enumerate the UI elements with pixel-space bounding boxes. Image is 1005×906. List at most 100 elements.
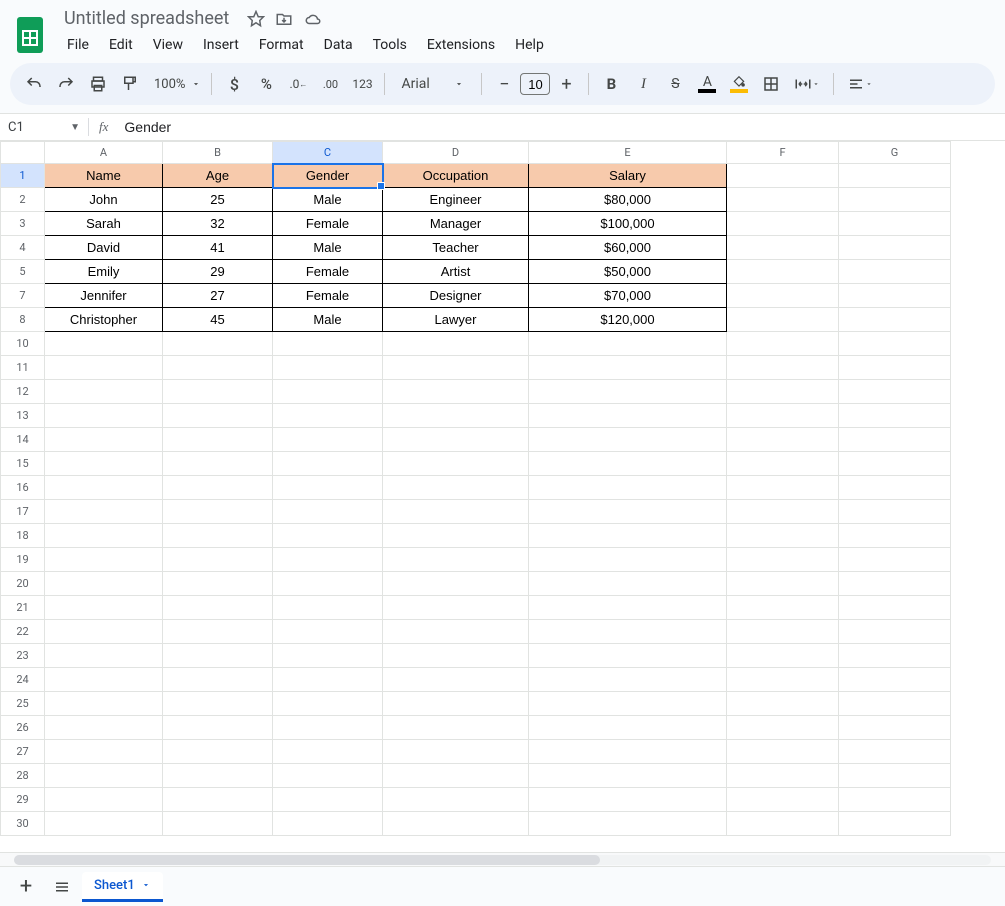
- cell[interactable]: [727, 284, 839, 308]
- cell[interactable]: [45, 692, 163, 716]
- cell[interactable]: [839, 284, 951, 308]
- cell[interactable]: [45, 788, 163, 812]
- cell[interactable]: [839, 164, 951, 188]
- cell[interactable]: [839, 404, 951, 428]
- cell[interactable]: [383, 788, 529, 812]
- sheets-logo-icon[interactable]: [10, 15, 50, 55]
- cell[interactable]: Engineer: [383, 188, 529, 212]
- cell[interactable]: [529, 548, 727, 572]
- cell[interactable]: [45, 476, 163, 500]
- cell[interactable]: [529, 572, 727, 596]
- cell[interactable]: Name: [45, 164, 163, 188]
- cell[interactable]: [163, 812, 273, 836]
- row-header[interactable]: 21: [1, 596, 45, 620]
- cell[interactable]: [273, 788, 383, 812]
- cell[interactable]: David: [45, 236, 163, 260]
- cell[interactable]: [273, 476, 383, 500]
- undo-icon[interactable]: [20, 70, 48, 98]
- merge-icon[interactable]: [789, 70, 825, 98]
- cell[interactable]: [45, 716, 163, 740]
- cell[interactable]: [383, 596, 529, 620]
- cell[interactable]: [45, 764, 163, 788]
- cell[interactable]: [839, 740, 951, 764]
- cell[interactable]: [839, 356, 951, 380]
- row-header[interactable]: 20: [1, 572, 45, 596]
- cell[interactable]: [529, 356, 727, 380]
- cell[interactable]: Artist: [383, 260, 529, 284]
- cell[interactable]: [839, 476, 951, 500]
- row-header[interactable]: 1: [1, 164, 45, 188]
- cell[interactable]: [727, 428, 839, 452]
- cell[interactable]: [45, 812, 163, 836]
- cell[interactable]: $100,000: [529, 212, 727, 236]
- cell[interactable]: [839, 428, 951, 452]
- text-color-icon[interactable]: A: [693, 70, 721, 98]
- cell[interactable]: [163, 716, 273, 740]
- cell[interactable]: [383, 668, 529, 692]
- cell[interactable]: [727, 452, 839, 476]
- cell[interactable]: [727, 692, 839, 716]
- row-header[interactable]: 28: [1, 764, 45, 788]
- increase-decimal-icon[interactable]: .00: [316, 70, 344, 98]
- cell[interactable]: [45, 500, 163, 524]
- cell[interactable]: 29: [163, 260, 273, 284]
- row-header[interactable]: 11: [1, 356, 45, 380]
- cell[interactable]: [163, 476, 273, 500]
- row-header[interactable]: 16: [1, 476, 45, 500]
- cell[interactable]: Lawyer: [383, 308, 529, 332]
- cell[interactable]: [529, 524, 727, 548]
- cell[interactable]: Sarah: [45, 212, 163, 236]
- cell[interactable]: [163, 764, 273, 788]
- row-header[interactable]: 30: [1, 812, 45, 836]
- row-header[interactable]: 24: [1, 668, 45, 692]
- menu-extensions[interactable]: Extensions: [418, 33, 504, 57]
- cell[interactable]: [273, 500, 383, 524]
- cell[interactable]: [727, 596, 839, 620]
- bold-icon[interactable]: B: [597, 70, 625, 98]
- column-header[interactable]: D: [383, 142, 529, 164]
- cell[interactable]: Designer: [383, 284, 529, 308]
- spreadsheet-grid[interactable]: ABCDEFG1NameAgeGenderOccupationSalary2Jo…: [0, 141, 1005, 852]
- cell[interactable]: [529, 380, 727, 404]
- select-all-corner[interactable]: [1, 142, 45, 164]
- cell[interactable]: [163, 500, 273, 524]
- cell[interactable]: [383, 380, 529, 404]
- cell[interactable]: [529, 644, 727, 668]
- cell[interactable]: [727, 308, 839, 332]
- doc-title[interactable]: Untitled spreadsheet: [58, 6, 235, 31]
- cell[interactable]: Gender: [273, 164, 383, 188]
- cell[interactable]: [727, 236, 839, 260]
- fill-color-icon[interactable]: [725, 70, 753, 98]
- cell[interactable]: [383, 764, 529, 788]
- cell[interactable]: [839, 572, 951, 596]
- cell[interactable]: [383, 404, 529, 428]
- cell[interactable]: [273, 812, 383, 836]
- cell[interactable]: [45, 452, 163, 476]
- paint-format-icon[interactable]: [116, 70, 144, 98]
- row-header[interactable]: 4: [1, 236, 45, 260]
- cell[interactable]: [839, 188, 951, 212]
- cell[interactable]: [839, 644, 951, 668]
- cell[interactable]: [45, 356, 163, 380]
- cell[interactable]: [727, 644, 839, 668]
- cell[interactable]: Manager: [383, 212, 529, 236]
- cell[interactable]: [529, 452, 727, 476]
- font-size-input[interactable]: [520, 73, 550, 95]
- print-icon[interactable]: [84, 70, 112, 98]
- cell[interactable]: [839, 668, 951, 692]
- cell[interactable]: [383, 716, 529, 740]
- cell[interactable]: [839, 812, 951, 836]
- cell[interactable]: $70,000: [529, 284, 727, 308]
- menu-file[interactable]: File: [58, 33, 98, 57]
- cell[interactable]: 32: [163, 212, 273, 236]
- cell[interactable]: Female: [273, 284, 383, 308]
- strikethrough-icon[interactable]: S: [661, 70, 689, 98]
- star-icon[interactable]: [247, 10, 265, 28]
- cell[interactable]: [163, 404, 273, 428]
- cell[interactable]: [383, 356, 529, 380]
- cell[interactable]: Emily: [45, 260, 163, 284]
- cell[interactable]: [383, 500, 529, 524]
- cell[interactable]: $80,000: [529, 188, 727, 212]
- cell[interactable]: [45, 620, 163, 644]
- cell[interactable]: [839, 332, 951, 356]
